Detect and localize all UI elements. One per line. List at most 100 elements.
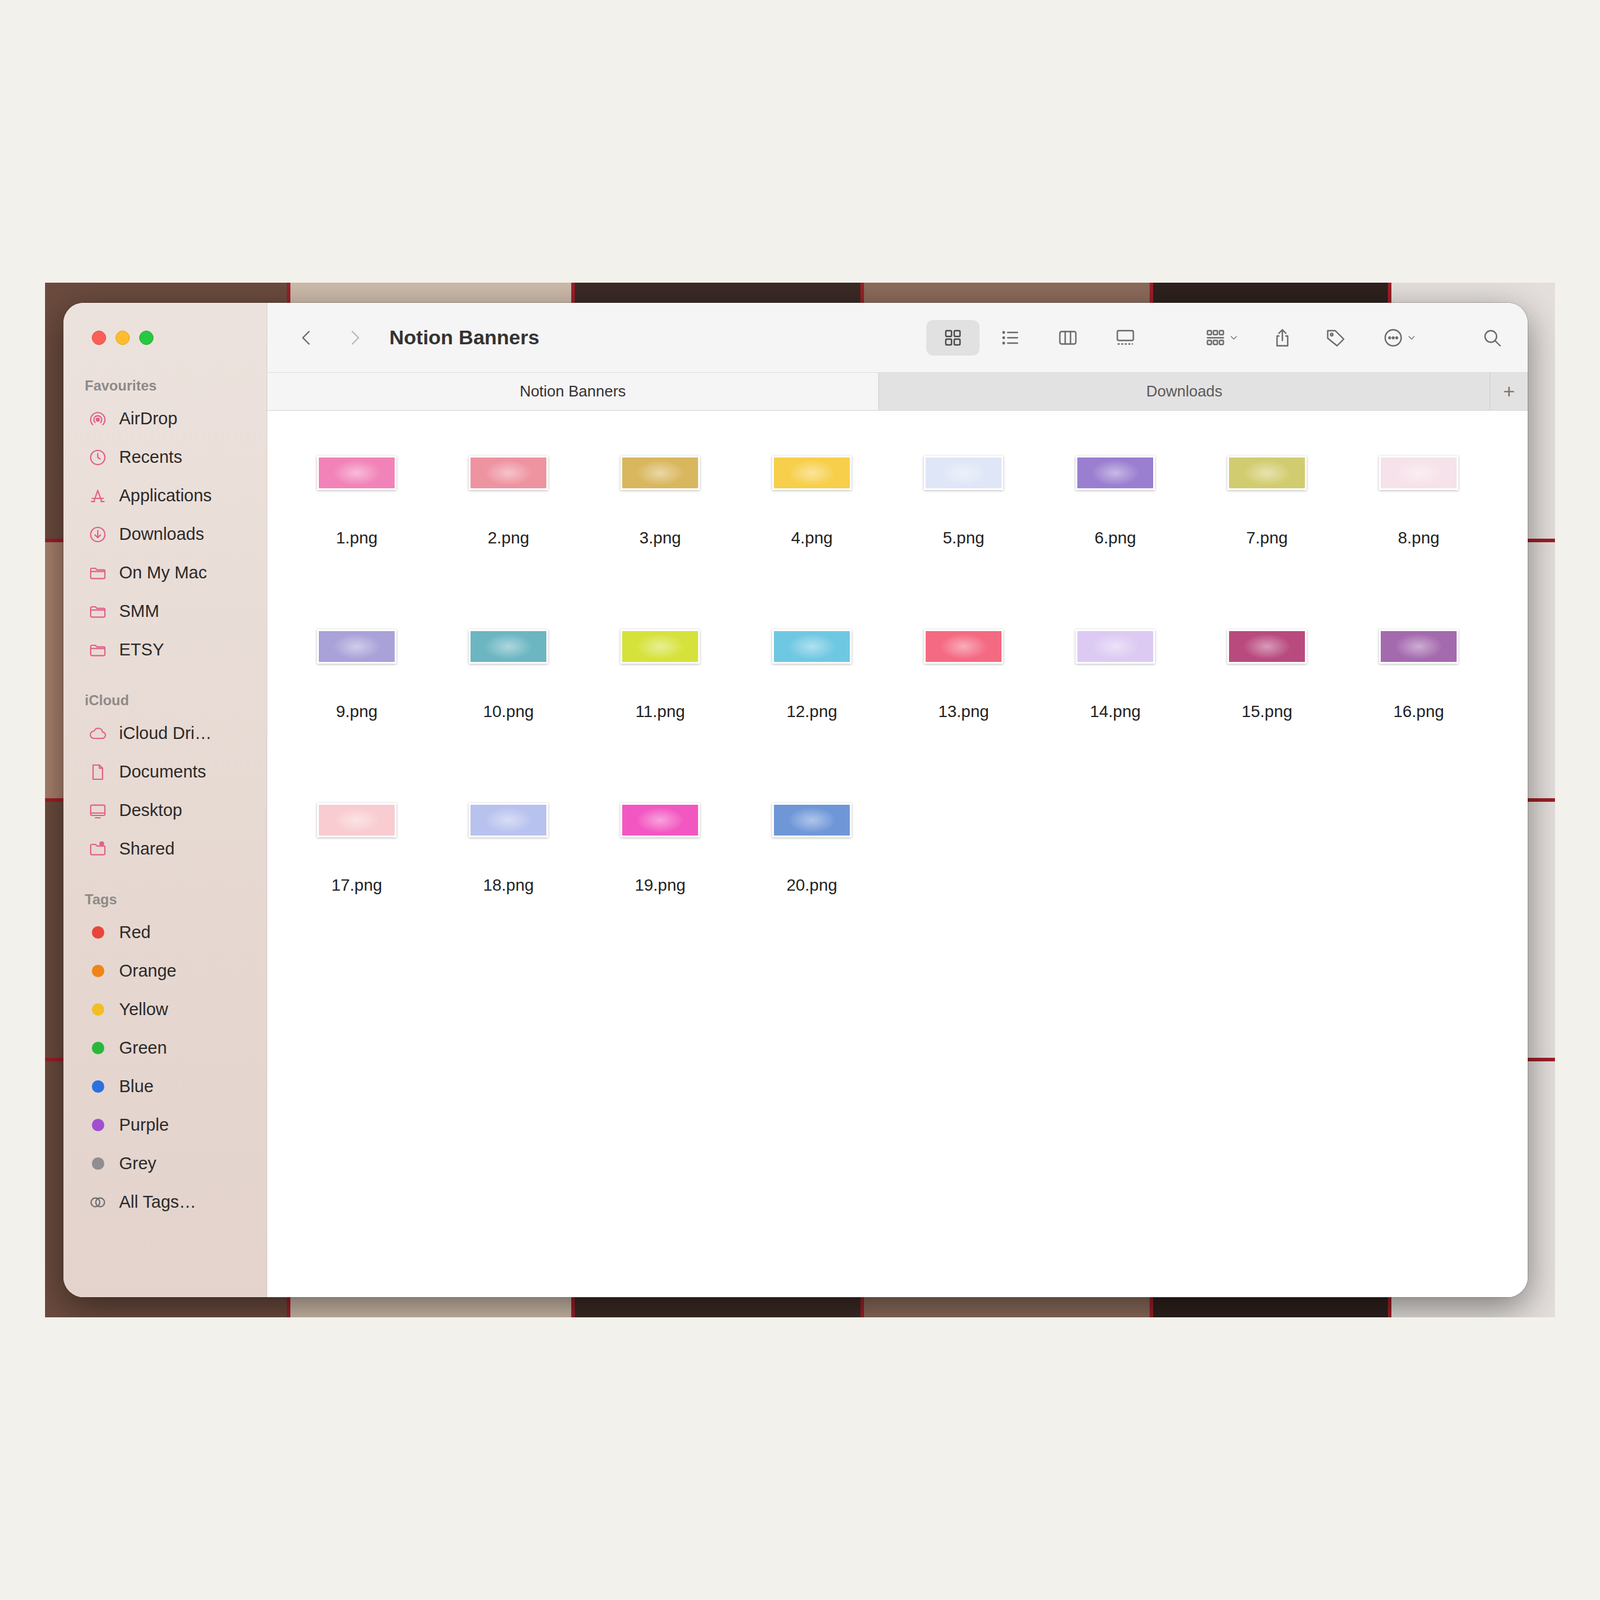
desktop-icon [87,800,109,822]
sidebar-item-label: Grey [119,1150,157,1177]
sidebar-item[interactable]: Yellow [63,990,267,1029]
file-item[interactable]: 15.png [1191,584,1343,758]
sidebar-item-label: Purple [119,1112,169,1139]
folder-icon [87,562,109,584]
list-view-button[interactable] [983,320,1038,356]
tag-dot-icon [87,1114,109,1136]
file-thumbnail [772,629,852,664]
sidebar-item-label: Green [119,1035,168,1062]
sidebar-item[interactable]: Shared [63,829,267,869]
file-name: 11.png [635,701,686,722]
file-item[interactable]: 11.png [584,584,736,758]
file-name: 15.png [1241,701,1293,722]
file-item[interactable]: 1.png [280,410,433,585]
chevron-left-icon [295,327,318,349]
tab[interactable]: Notion Banners [267,372,879,411]
sidebar-item-label: Yellow [119,996,169,1023]
file-name: 8.png [1397,528,1440,549]
sidebar-item-label: ETSY [119,637,165,664]
tab[interactable]: Downloads [878,372,1490,411]
file-name: 10.png [482,701,534,722]
file-item[interactable]: 8.png [1342,410,1495,585]
file-item[interactable]: 6.png [1039,410,1192,585]
file-thumbnail [1227,629,1307,664]
tag-dot-icon [87,960,109,982]
sidebar-item[interactable]: Desktop [63,791,267,830]
sidebar-item[interactable]: Documents [63,752,267,792]
file-item[interactable]: 2.png [432,410,585,585]
desktop: FavouritesAirDropRecentsApplicationsDown… [45,282,1555,1318]
sidebar-item[interactable]: Purple [63,1105,267,1145]
zoom-button[interactable] [139,330,154,345]
file-thumbnail [317,629,397,664]
file-item[interactable]: 16.png [1342,584,1495,758]
sidebar-item-label: On My Mac [119,560,207,587]
file-item[interactable]: 3.png [584,410,736,585]
sidebar-item-label: Orange [119,958,177,985]
file-thumbnail [1227,455,1307,491]
sidebar-item[interactable]: Recents [63,437,267,477]
tag-dot-icon [87,922,109,944]
file-item[interactable]: 13.png [887,584,1040,758]
file-item[interactable]: 9.png [280,584,433,758]
sidebar-heading: Tags [63,885,267,914]
share-button[interactable] [1270,320,1295,356]
sidebar-item-label: Documents [119,759,207,786]
downloads-icon [87,523,109,546]
group-button[interactable] [1193,320,1251,356]
file-name: 20.png [786,875,838,896]
file-item[interactable]: 7.png [1191,410,1343,585]
file-item[interactable]: 20.png [736,757,888,932]
sidebar-item[interactable]: SMM [63,592,267,631]
file-thumbnail [772,455,852,491]
gallery-view-button[interactable] [1098,320,1152,356]
sidebar-item[interactable]: On My Mac [63,553,267,592]
file-thumbnail [317,802,397,838]
file-item[interactable]: 12.png [736,584,888,758]
sidebar-item[interactable]: Orange [63,951,267,991]
new-tab-button[interactable]: + [1489,372,1528,411]
icons-view-button[interactable] [926,320,980,356]
file-name: 5.png [942,528,985,549]
sidebar-item[interactable]: Blue [63,1067,267,1106]
back-button[interactable] [294,320,319,356]
file-item[interactable]: 4.png [736,410,888,585]
sidebar-item[interactable]: Red [63,913,267,952]
sidebar-item[interactable]: Grey [63,1144,267,1183]
sidebar-item[interactable]: Applications [63,476,267,515]
file-item[interactable]: 10.png [432,584,585,758]
file-item[interactable]: 5.png [887,410,1040,585]
file-name: 3.png [639,528,681,549]
search-button[interactable] [1480,320,1504,356]
file-item[interactable]: 17.png [280,757,433,932]
minimize-button[interactable] [115,330,130,345]
sidebar-item[interactable]: AirDrop [63,399,267,438]
sidebar-item[interactable]: ETSY [63,630,267,670]
tag-color-dot [91,1118,105,1132]
file-thumbnail [620,802,700,838]
sidebar-item-label: All Tags… [119,1189,197,1216]
sidebar-item[interactable]: Green [63,1028,267,1068]
sidebar-item[interactable]: iCloud Dri… [63,714,267,753]
tag-color-dot [91,964,105,978]
sidebar-item[interactable]: Downloads [63,514,267,554]
file-name: 9.png [336,701,378,722]
columns-view-button[interactable] [1041,320,1095,356]
file-name: 17.png [331,875,383,896]
close-button[interactable] [91,330,107,345]
document-icon [87,761,109,783]
sidebar-item[interactable]: All Tags… [63,1182,267,1222]
forward-button[interactable] [343,320,367,356]
tag-icon [1325,327,1347,349]
chevron-down-icon [1228,332,1240,344]
file-name: 13.png [938,701,990,722]
file-item[interactable]: 14.png [1039,584,1192,758]
file-thumbnail [620,629,700,664]
file-item[interactable]: 18.png [432,757,585,932]
window-controls [63,302,267,373]
tag-button[interactable] [1323,320,1348,356]
sidebar-item-label: Desktop [119,797,182,824]
more-button[interactable] [1371,320,1429,356]
file-thumbnail [1075,455,1155,491]
file-item[interactable]: 19.png [584,757,736,932]
